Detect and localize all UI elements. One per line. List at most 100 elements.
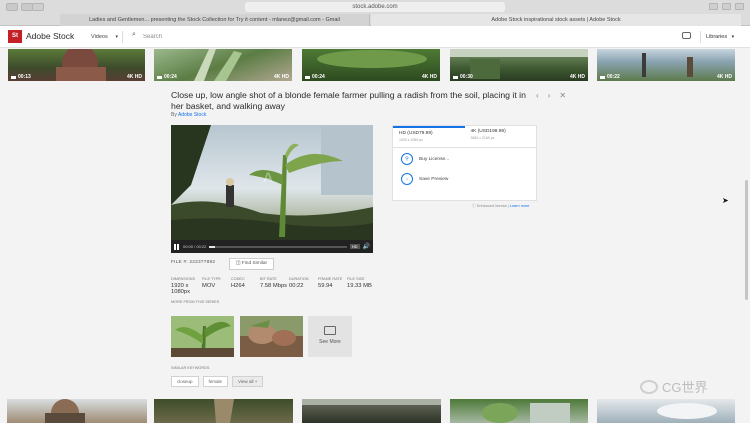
- view-all-keywords-button[interactable]: View all +: [232, 376, 264, 387]
- search-result-thumb[interactable]: 00:22 4K HD: [597, 49, 735, 81]
- window-controls[interactable]: [6, 3, 33, 11]
- chevron-right-icon[interactable]: ›: [548, 91, 551, 100]
- chevron-left-icon[interactable]: ‹: [536, 91, 539, 100]
- search-icon: ⌕: [132, 31, 136, 38]
- search-result-thumb[interactable]: 00:24 4K HD: [302, 49, 440, 81]
- visual-search-icon[interactable]: [682, 32, 691, 39]
- search-result-thumb[interactable]: 00:30 4K HD: [450, 49, 588, 81]
- thumb-info-bar: 00:13 4K HD: [8, 73, 145, 81]
- thumb-info-bar: 00:24 4K HD: [302, 73, 440, 81]
- thumb-info-bar: 00:22 4K HD: [597, 73, 735, 81]
- buy-license-label: Buy License...: [419, 156, 450, 162]
- asset-type-value: Videos: [91, 34, 108, 40]
- see-more-label: See More: [319, 339, 341, 345]
- find-similar-label: Find Similar: [241, 261, 268, 266]
- asset-author: By Adobe Stock: [171, 112, 206, 118]
- info-icon: ⓘ: [472, 204, 476, 208]
- browser-actions[interactable]: [709, 3, 744, 10]
- volume-icon[interactable]: 🔊: [363, 243, 370, 250]
- tab-adobe-stock[interactable]: Adobe Stock inspirational stock assets |…: [371, 14, 741, 26]
- video-icon: [453, 75, 458, 79]
- video-icon: [11, 75, 16, 79]
- video-icon: [305, 75, 310, 79]
- address-bar[interactable]: stock.adobe.com: [245, 2, 505, 12]
- tab-4k-resolution: 3840 x 2160 px: [470, 136, 495, 140]
- enhanced-license-text: Enhanced license |: [476, 204, 509, 208]
- search-result-thumb[interactable]: [7, 399, 147, 423]
- tab-hd-label: HD (USD79.99): [399, 131, 433, 136]
- tab-4k-label: 4K (USD199.99): [470, 129, 506, 134]
- file-number: FILE #: 222377892: [171, 260, 216, 265]
- license-icon: ⚲: [401, 153, 413, 165]
- search-result-thumb[interactable]: [302, 399, 441, 423]
- save-preview-button[interactable]: ↓ Save Preview: [393, 170, 536, 188]
- chevron-down-icon: ▾: [115, 34, 118, 40]
- tab-hd-resolution: 1920 x 1080 px: [399, 138, 423, 142]
- tabs-overview-icon: [735, 3, 744, 10]
- spec-bit-rate: BIT RATE 7.58 Mbps: [260, 277, 288, 289]
- collection-icon: [324, 326, 336, 335]
- player-timecode: 00:00 / 00:22: [183, 244, 207, 249]
- search-input[interactable]: [143, 31, 663, 43]
- libraries-button[interactable]: Libraries ▾: [700, 31, 740, 43]
- camera-icon: ◫: [235, 261, 241, 266]
- tab-hd[interactable]: HD (USD79.99) 1920 x 1080 px: [393, 126, 465, 147]
- search-result-thumb[interactable]: [597, 399, 735, 423]
- watermark-text: CG世界: [662, 380, 708, 395]
- thumb-info-bar: 00:30 4K HD: [450, 73, 588, 81]
- keyword-list: closeup female View all +: [171, 376, 264, 387]
- adobe-stock-logo[interactable]: St: [8, 30, 22, 43]
- learn-more-link[interactable]: Learn more: [510, 204, 529, 208]
- add-tab-icon: [722, 3, 731, 10]
- search-result-thumb[interactable]: 00:24 4K HD: [154, 49, 292, 81]
- asset-type-select[interactable]: Videos ▾: [87, 31, 123, 43]
- pause-icon[interactable]: [174, 243, 180, 250]
- chat-bubble-icon: [640, 379, 658, 394]
- see-more-button[interactable]: See More: [308, 316, 352, 357]
- asset-title: Close up, low angle shot of a blonde fem…: [171, 90, 526, 111]
- enhanced-license-note: ⓘ Enhanced license | Learn more: [472, 204, 529, 209]
- brand-name[interactable]: Adobe Stock: [26, 31, 74, 41]
- cg-world-watermark: CG世界: [640, 377, 708, 396]
- tab-gmail[interactable]: Ladies and Gentlemen... presenting the S…: [60, 14, 370, 26]
- search-result-thumb[interactable]: [154, 399, 293, 423]
- series-thumb[interactable]: [240, 316, 303, 357]
- buy-license-button[interactable]: ⚲ Buy License...: [393, 150, 536, 168]
- spec-file-size: FILE SIZE 19.33 MB: [347, 277, 372, 289]
- close-icon[interactable]: ✕: [559, 91, 566, 100]
- license-tabs: HD (USD79.99) 1920 x 1080 px 4K (USD199.…: [393, 126, 536, 148]
- libraries-label: Libraries: [706, 34, 728, 40]
- search-result-thumb[interactable]: 00:13 4K HD: [8, 49, 145, 81]
- quality-badge[interactable]: HD: [349, 244, 360, 249]
- spec-codec: CODEC H264: [231, 277, 245, 289]
- series-thumb[interactable]: [171, 316, 234, 357]
- author-link[interactable]: Adobe Stock: [178, 112, 206, 118]
- similar-keywords-label: SIMILAR KEYWORDS: [171, 366, 210, 370]
- download-icon: ↓: [401, 173, 413, 185]
- thumb-info-bar: 00:24 4K HD: [154, 73, 292, 81]
- video-icon: [600, 75, 605, 79]
- chevron-down-icon: ▾: [731, 34, 735, 40]
- spec-dimensions: DIMENSIONS 1920 x 1080px: [171, 277, 196, 295]
- scrubber-progress: [209, 245, 215, 248]
- tab-4k[interactable]: 4K (USD199.99) 3840 x 2160 px: [465, 126, 537, 147]
- spec-frame-rate: FRAME RATE 59.94: [318, 277, 343, 289]
- player-controls: 00:00 / 00:22 HD 🔊: [171, 240, 373, 253]
- save-preview-label: Save Preview: [419, 176, 449, 182]
- author-by-label: By: [171, 112, 177, 118]
- adobe-watermark: A: [263, 169, 274, 185]
- site-header: St Adobe Stock Videos ▾ ⌕ Libraries ▾: [0, 26, 750, 48]
- scrubber[interactable]: [209, 245, 347, 248]
- video-icon: [157, 75, 162, 79]
- keyword-tag[interactable]: closeup: [171, 376, 199, 387]
- video-player[interactable]: A 00:00 / 00:22 HD 🔊: [171, 125, 373, 253]
- asset-specs: DIMENSIONS 1920 x 1080px FILE TYPE MOV COD…: [171, 277, 376, 295]
- search-result-thumb[interactable]: [450, 399, 588, 423]
- find-similar-button[interactable]: ◫ Find Similar: [229, 258, 274, 270]
- spec-duration: DURATION 00:22: [289, 277, 309, 289]
- keyword-tag[interactable]: female: [202, 376, 229, 387]
- share-icon: [709, 3, 718, 10]
- scrollbar-thumb[interactable]: [745, 180, 748, 300]
- more-from-series-label: MORE FROM THIS SERIES: [171, 300, 220, 304]
- sidebar-toggle-icon[interactable]: [32, 3, 44, 11]
